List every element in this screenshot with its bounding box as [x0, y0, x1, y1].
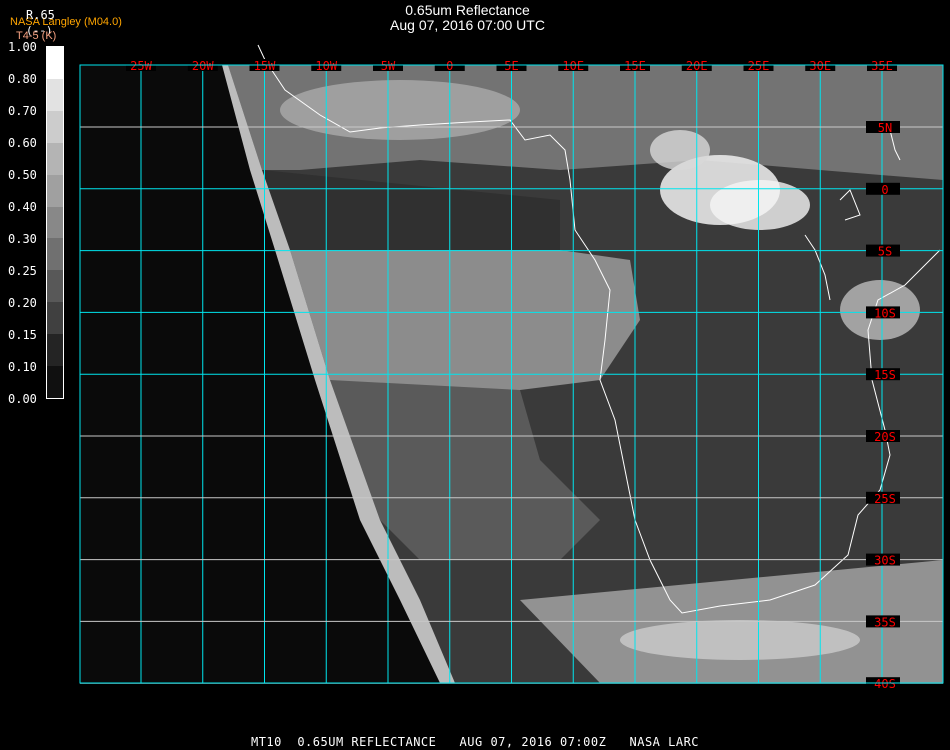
longitude-label: 5W — [381, 59, 396, 73]
footer-caption: MT10 0.65UM REFLECTANCE AUG 07, 2016 07:… — [250, 735, 700, 749]
longitude-label: 35E — [871, 59, 893, 73]
latitude-label: 35S — [874, 615, 896, 629]
longitude-label: 30E — [809, 59, 831, 73]
latitude-label: 5S — [878, 245, 892, 259]
longitude-label: 20E — [686, 59, 708, 73]
longitude-label: 10E — [562, 59, 584, 73]
longitude-label: 15E — [624, 59, 646, 73]
latitude-label: 20S — [874, 430, 896, 444]
longitude-label: 25W — [130, 59, 152, 73]
latitude-label: 40S — [874, 677, 896, 691]
longitude-label: 20W — [192, 59, 214, 73]
latitude-label: 0 — [881, 183, 888, 197]
longitude-label: 0 — [446, 59, 453, 73]
longitude-label: 25E — [748, 59, 770, 73]
latitude-label: 30S — [874, 554, 896, 568]
longitude-label: 5E — [504, 59, 518, 73]
latitude-label: 15S — [874, 368, 896, 382]
latitude-label: 10S — [874, 306, 896, 320]
longitude-label: 15W — [254, 59, 276, 73]
latitude-label: 25S — [874, 492, 896, 506]
longitude-label: 10W — [315, 59, 337, 73]
satellite-map: 25W 20W 15W 10W 5W 0 5E 10E 15E 20E 25E 30E 35E 5N 0 5S… — [79, 44, 944, 691]
latitude-label: 5N — [878, 121, 892, 135]
